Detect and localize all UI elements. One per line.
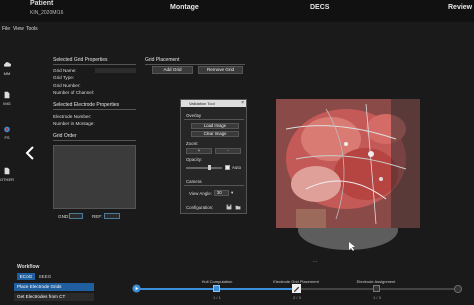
view-angle-label: View Angle: — [189, 191, 212, 196]
grid-properties-title: Selected Grid Properties — [53, 57, 136, 65]
validation-panel: Validation Tool × Overlay Load Image Cle… — [180, 99, 247, 214]
view-angle-input[interactable]: 30 — [214, 190, 229, 196]
workflow-title: Workflow — [17, 264, 40, 270]
gnd-label: GND: — [58, 214, 70, 219]
cursor-icon — [349, 242, 355, 251]
nav-item-fs[interactable]: FS — [0, 125, 14, 155]
document-icon — [4, 91, 10, 99]
chevron-down-icon[interactable]: ▾ — [231, 190, 233, 196]
overlay-photo[interactable] — [276, 99, 420, 228]
number-of-channel-label: Number of Channel: — [53, 90, 95, 95]
tab-review[interactable]: Review — [448, 4, 472, 11]
tab-ecog[interactable]: ECoG — [17, 273, 35, 280]
overlay-title: Overlay — [186, 113, 202, 118]
folder-icon[interactable] — [235, 204, 241, 210]
grid-order-title: Grid Order — [53, 133, 136, 141]
grid-number-label: Grid Number: — [53, 83, 81, 88]
grid-placement-title: Grid Placement — [145, 57, 245, 65]
nav-label-other: OTHER — [0, 177, 14, 182]
grid-type-label: Grid Type: — [53, 75, 75, 80]
configuration-label: Configuration: — [186, 205, 214, 210]
number-in-montage-label: Number in Montage: — [53, 121, 95, 126]
validation-panel-title[interactable]: Validation Tool — [181, 100, 246, 107]
document-icon — [4, 167, 10, 175]
overlay-divider — [184, 119, 244, 120]
camera-title: Camera — [186, 179, 202, 184]
ref-label: REF: — [92, 214, 103, 219]
step-marker-1[interactable] — [213, 285, 220, 292]
remove-grid-button[interactable]: Remove Grid — [198, 66, 243, 74]
add-grid-button[interactable]: Add Grid — [152, 66, 193, 74]
gnd-field[interactable] — [69, 213, 83, 219]
place-electrode-grids-item[interactable]: Place Electrode Grids — [14, 283, 94, 291]
step-count-1: 1 / 1 — [213, 295, 221, 300]
save-icon[interactable] — [226, 204, 232, 210]
camera-divider — [184, 185, 244, 186]
load-image-button[interactable]: Load Image — [191, 123, 239, 129]
nav-item-img[interactable]: IMG — [0, 91, 14, 121]
auto-label: Auto — [232, 165, 242, 170]
menu-file[interactable]: File — [2, 26, 10, 32]
cloud-icon — [3, 62, 11, 67]
grid-order-list[interactable] — [53, 145, 136, 209]
brain-hull-render — [276, 210, 420, 256]
stop-icon[interactable] — [454, 285, 462, 293]
nav-label-fs: FS — [4, 135, 10, 140]
close-icon[interactable]: × — [241, 100, 244, 106]
zoom-out-button[interactable]: - — [215, 148, 241, 154]
zoom-in-button[interactable]: + — [186, 148, 212, 154]
menu-view[interactable]: View — [13, 26, 24, 32]
ref-field[interactable] — [104, 213, 120, 219]
tab-montage[interactable]: Montage — [170, 4, 199, 11]
nav-label-mm: MM — [3, 71, 11, 76]
step-count-2: 2 / 3 — [293, 295, 301, 300]
electrode-properties-title: Selected Electrode Properties — [53, 102, 136, 110]
resize-handle[interactable]: ... — [313, 258, 317, 264]
patient-label: Patient — [30, 0, 54, 7]
grid-name-value — [95, 68, 136, 73]
get-electrodes-from-ct-item[interactable]: Get Electrodes from CT — [14, 293, 94, 301]
electrode-number-label: Electrode Number: — [53, 114, 92, 119]
step-marker-3[interactable] — [373, 285, 380, 292]
workflow-panel: Workflow ECoG SEEG Place Electrode Grids… — [0, 262, 95, 305]
tab-seeg[interactable]: SEEG — [36, 273, 54, 280]
opacity-label: Opacity: — [186, 157, 203, 162]
top-bar: Patient KIN_2020MI16 Montage DECS Review — [0, 0, 474, 22]
nav-item-other[interactable]: OTHER — [0, 167, 14, 197]
chevron-left-icon[interactable] — [24, 145, 36, 161]
grid-name-label: Grid Name: — [53, 68, 77, 73]
menu-bar: File View Tools — [0, 24, 474, 34]
zoom-label: Zoom: — [186, 141, 199, 146]
play-icon[interactable] — [132, 284, 141, 293]
clear-image-button[interactable]: Clear Image — [191, 131, 239, 137]
step-count-3: 1 / 3 — [373, 295, 381, 300]
step-caption-3: Electrode Assignment — [356, 279, 396, 284]
step-caption-1: Hull Computation — [201, 279, 233, 284]
workflow-progress: Hull Computation 1 / 1 Electrode Grid Pl… — [130, 278, 468, 302]
nav-label-img: IMG — [3, 101, 11, 106]
menu-tools[interactable]: Tools — [26, 26, 38, 32]
patient-id: KIN_2020MI16 — [30, 10, 64, 16]
auto-checkbox[interactable] — [225, 165, 230, 170]
opacity-slider-knob[interactable] — [207, 165, 211, 170]
pencil-icon[interactable] — [292, 284, 301, 293]
nav-item-mm[interactable]: MM — [0, 61, 14, 91]
opacity-slider[interactable] — [186, 167, 222, 169]
apple-icon — [4, 126, 10, 133]
tab-decs[interactable]: DECS — [310, 4, 329, 11]
